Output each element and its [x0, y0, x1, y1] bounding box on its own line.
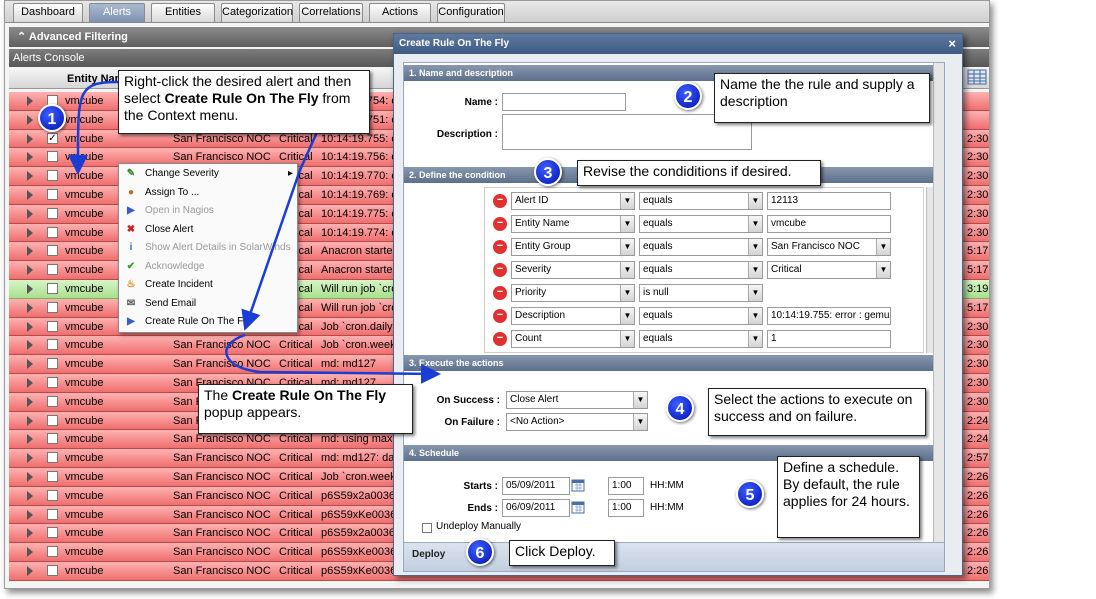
callout-3: Revise the condiditions if desired.	[577, 160, 821, 186]
callout-1-bold: Create Rule On The Fly	[164, 90, 319, 106]
step-5-badge: 5	[736, 480, 764, 508]
callout-7-bold: Create Rule On The Fly	[232, 387, 387, 403]
step-3-badge: 3	[534, 158, 562, 186]
callout-5: Define a schedule. By default, the rule …	[777, 456, 920, 538]
step-1-badge: 1	[38, 104, 66, 132]
callout-7-pre: The	[204, 387, 229, 403]
callout-6: Click Deploy.	[509, 540, 615, 566]
callout-7-tail: popup appears.	[204, 404, 302, 420]
step-6-badge: 6	[466, 538, 494, 566]
step-2-badge: 2	[674, 82, 702, 110]
callout-4: Select the actions to execute on success…	[708, 388, 926, 436]
callout-1: Right-click the desired alert and then s…	[118, 70, 370, 134]
callout-7: The Create Rule On The Fly popup appears…	[198, 384, 413, 434]
callout-2: Name the the rule and supply a descripti…	[714, 73, 930, 123]
step-4-badge: 4	[666, 394, 694, 422]
